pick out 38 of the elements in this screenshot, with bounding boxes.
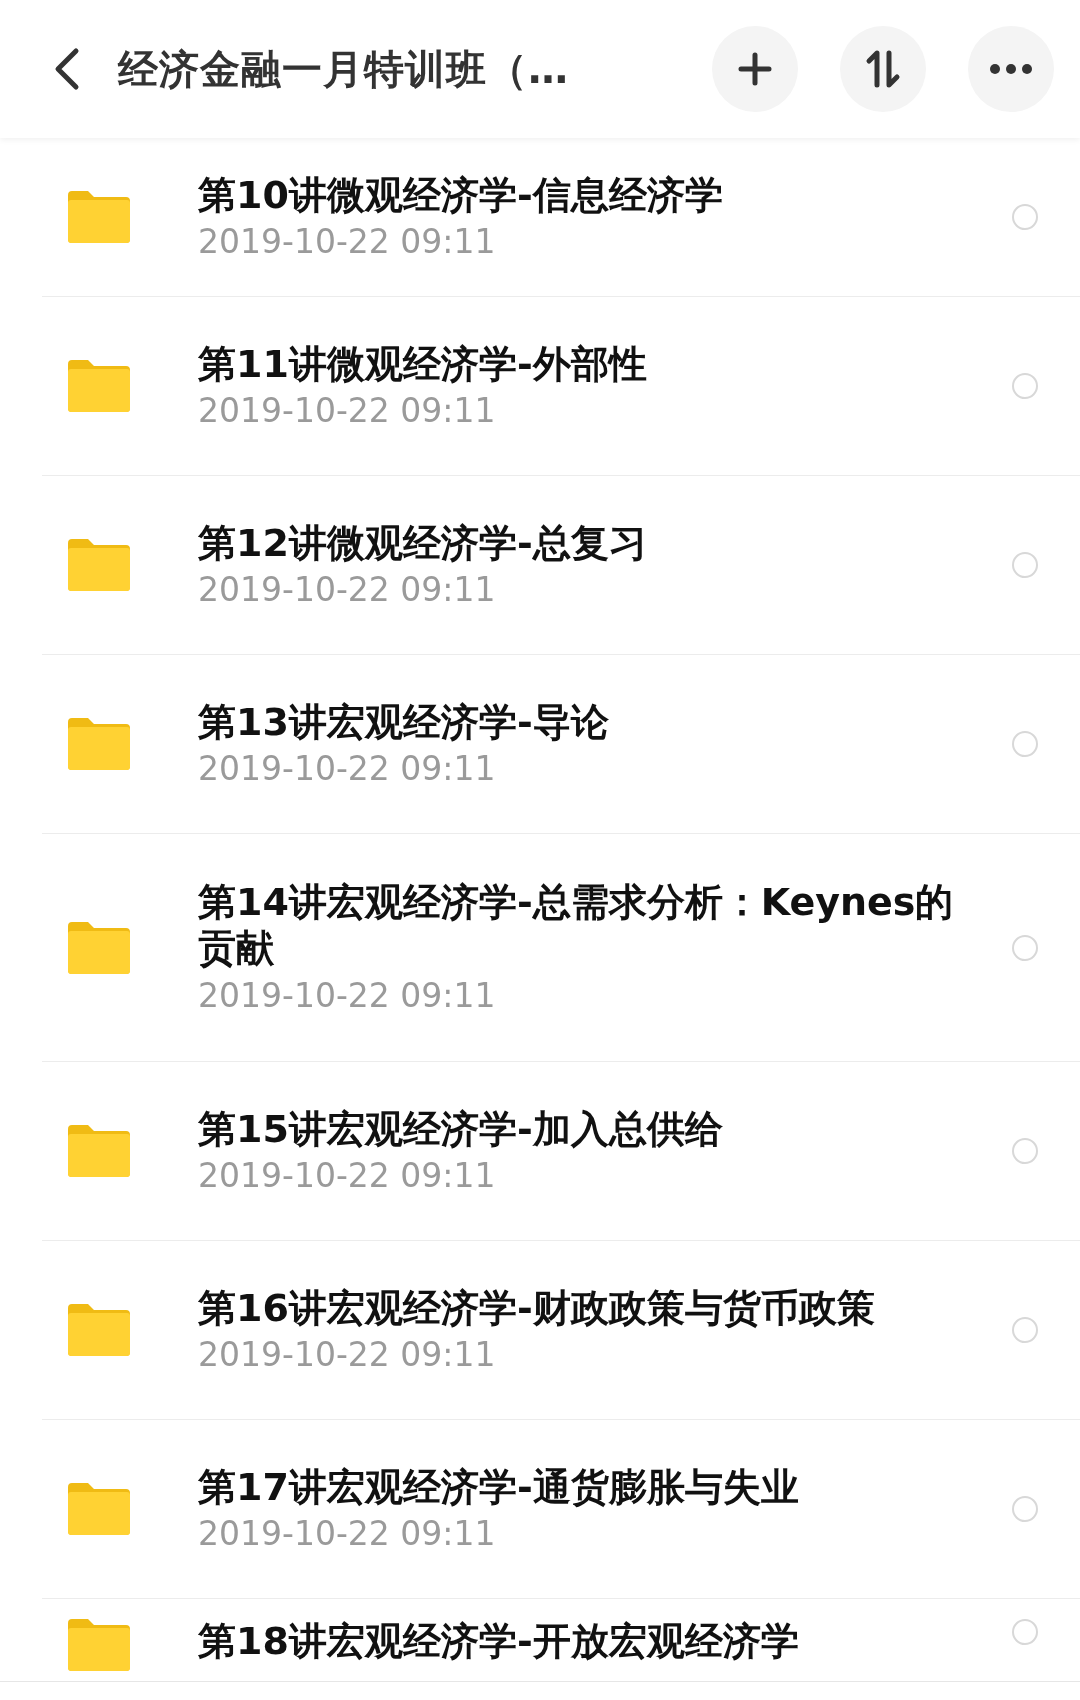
folder-date: 2019-10-22 09:11 <box>198 1514 497 1554</box>
folder-name[interactable]: 第13讲宏观经济学-导论 <box>198 699 958 746</box>
folder-name[interactable]: 第15讲宏观经济学-加入总供给 <box>198 1106 958 1153</box>
folder-icon <box>68 1619 130 1671</box>
folder-date: 2019-10-22 09:11 <box>198 570 497 610</box>
folder-icon <box>68 360 130 412</box>
folder-date: 2019-10-22 09:11 <box>198 749 497 789</box>
folder-date: 2019-10-22 09:11 <box>198 1156 497 1196</box>
plus-icon <box>738 52 772 86</box>
folder-icon <box>68 921 130 974</box>
select-radio[interactable] <box>1012 204 1038 230</box>
select-radio[interactable] <box>1012 934 1038 961</box>
select-radio[interactable] <box>1012 731 1038 757</box>
folder-date: 2019-10-22 09:11 <box>198 391 497 431</box>
select-radio[interactable] <box>1012 552 1038 578</box>
select-radio[interactable] <box>1012 1317 1038 1343</box>
folder-name[interactable]: 第18讲宏观经济学-开放宏观经济学 <box>198 1619 958 1665</box>
folder-icon <box>68 1483 130 1535</box>
folder-date: 2019-10-22 09:11 <box>198 1335 497 1375</box>
folder-date: 2019-10-22 09:11 <box>198 975 497 1015</box>
folder-icon <box>68 1304 130 1356</box>
folder-date: 2019-10-22 09:11 <box>198 222 497 262</box>
folder-name[interactable]: 第17讲宏观经济学-通货膨胀与失业 <box>198 1464 958 1511</box>
folder-icon <box>68 191 130 243</box>
more-icon <box>989 63 1033 75</box>
folder-name[interactable]: 第16讲宏观经济学-财政政策与货币政策 <box>198 1285 958 1332</box>
folder-icon <box>68 539 130 591</box>
folder-name[interactable]: 第10讲微观经济学-信息经济学 <box>198 172 958 219</box>
select-radio[interactable] <box>1012 1619 1038 1645</box>
folder-name[interactable]: 第11讲微观经济学-外部性 <box>198 341 958 388</box>
folder-title: 经济金融一月特训班（… <box>118 44 570 94</box>
folder-name[interactable]: 第14讲宏观经济学-总需求分析：Keynes的贡献 <box>198 880 958 972</box>
select-radio[interactable] <box>1012 373 1038 399</box>
folder-icon <box>68 718 130 770</box>
folder-icon <box>68 1125 130 1177</box>
select-radio[interactable] <box>1012 1496 1038 1522</box>
folder-name[interactable]: 第12讲微观经济学-总复习 <box>198 520 958 567</box>
select-radio[interactable] <box>1012 1138 1038 1164</box>
